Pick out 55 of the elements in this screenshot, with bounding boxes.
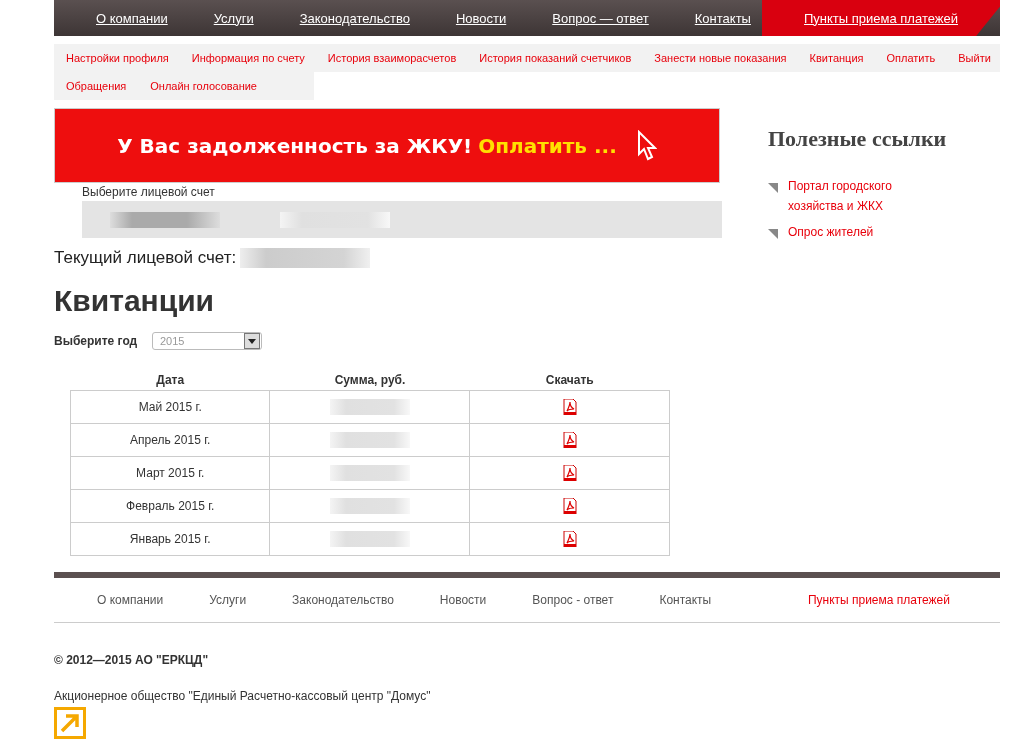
pdf-file-icon[interactable] [562,432,577,448]
table-cell: Апрель 2015 г. [70,423,270,457]
sidebar-title: Полезные ссылки [768,126,947,152]
current-account-label: Текущий лицевой счет: [54,248,237,268]
menu-link[interactable]: Оплатить [886,52,936,64]
menu-link[interactable]: История взаиморасчетов [327,52,457,64]
footer-link[interactable]: Новости [439,593,487,607]
sidebar-link[interactable]: Портал городского хозяйства и ЖКХ [788,176,908,216]
menu-link[interactable]: Онлайн голосование [150,80,257,92]
column-header: Скачать [470,370,670,391]
year-dropdown[interactable]: 2015 [152,332,262,350]
footer-link[interactable]: Законодательство [292,593,394,607]
pdf-file-icon[interactable] [562,465,577,481]
year-label: Выберите год [54,334,138,348]
sidebar-link[interactable]: Опрос жителей [788,222,908,242]
triangle-icon [768,229,778,239]
nav-link[interactable]: О компании [96,10,168,26]
table-cell: Январь 2015 г. [70,522,270,556]
triangle-icon [768,183,778,193]
debt-banner[interactable]: У Вас задолженность за ЖКУ! Оплатить ... [54,108,720,183]
table-cell: Февраль 2015 г. [70,489,270,523]
menu-link[interactable]: Информация по счету [191,52,305,64]
nav-link[interactable]: Контакты [694,10,751,26]
nav-link[interactable]: Законодательство [299,10,410,26]
page-title: Квитанции [54,284,216,318]
nav-link[interactable]: Пункты приема платежей [804,10,958,26]
menu-link[interactable]: Квитанция [809,52,864,64]
copyright-text: © 2012—2015 АО "ЕРКЦД" [54,653,210,667]
nav-link[interactable]: Новости [455,10,507,26]
caret-icon [248,338,256,344]
account-select-field[interactable] [82,201,722,238]
footer-link[interactable]: Вопрос - ответ [532,593,614,607]
column-header: Сумма, руб. [270,370,470,391]
nav-link[interactable]: Услуги [213,10,254,26]
nav-link[interactable]: Вопрос — ответ [552,10,649,26]
cursor-icon [636,129,657,162]
account-select-label: Выберите лицевой счет [82,185,216,199]
footer-link[interactable]: О компании [97,593,164,607]
menu-link[interactable]: Выйти [958,52,991,64]
company-name: Акционерное общество "Единый Расчетно-кассовый центр "Домус" [54,689,432,703]
footer-link[interactable]: Услуги [209,593,247,607]
footer-link[interactable]: Пункты приема платежей [807,593,950,607]
column-header: Дата [70,370,270,391]
menu-link[interactable]: Настройки профиля [66,52,169,64]
menu-link[interactable]: Занести новые показания [654,52,787,64]
pdf-file-icon[interactable] [562,531,577,547]
footer-link[interactable]: Контакты [659,593,712,607]
pdf-file-icon[interactable] [562,498,577,514]
table-cell: Март 2015 г. [70,456,270,490]
menu-link[interactable]: История показаний счетчиков [479,52,632,64]
pay-link[interactable]: Оплатить ... [478,133,617,158]
pdf-file-icon[interactable] [562,399,577,415]
menu-link[interactable]: Обращения [66,80,127,92]
debt-message: У Вас задолженность за ЖКУ! [117,133,473,158]
table-cell: Май 2015 г. [70,390,270,424]
